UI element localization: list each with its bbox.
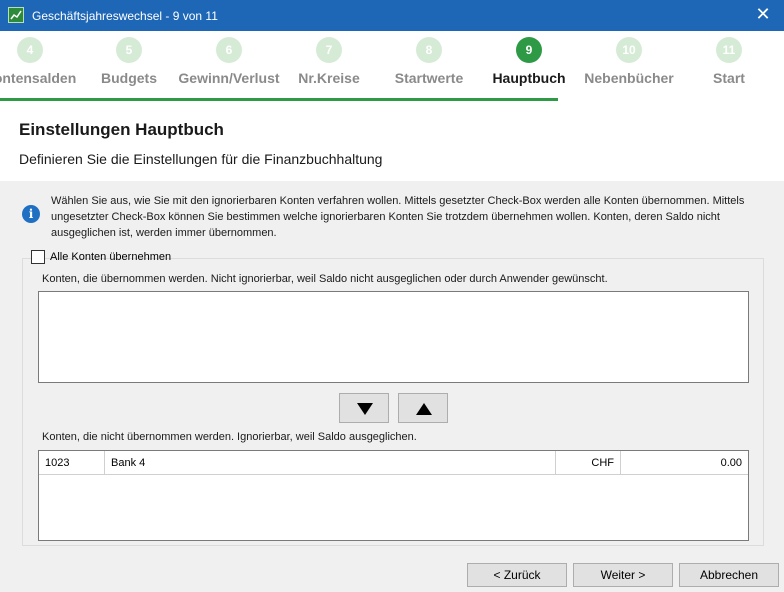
info-text: Wählen Sie aus, wie Sie mit den ignorier… (51, 195, 745, 239)
step-label: Startwerte (394, 70, 464, 86)
move-down-button[interactable] (339, 393, 389, 423)
currency-cell: CHF (556, 451, 621, 475)
arrow-down-icon (357, 403, 373, 415)
step-number: 8 (416, 37, 442, 63)
wizard-step-start: 11 Start (674, 31, 784, 101)
step-label: Hauptbuch (492, 70, 566, 86)
step-number: 5 (116, 37, 142, 63)
account-number-cell: 1023 (39, 451, 105, 475)
step-number: 10 (616, 37, 642, 63)
step-label: Nr.Kreise (298, 70, 360, 86)
close-icon[interactable]: ✕ (752, 4, 774, 26)
step-label: Budgets (101, 70, 157, 86)
window-titlebar: Geschäftsjahreswechsel - 9 von 11 ✕ (0, 0, 784, 31)
wizard-step-startwerte: 8 Startwerte (374, 31, 484, 101)
wizard-step-kontensalden: 4 Kontensalden (0, 31, 85, 101)
wizard-step-nr-kreise: 7 Nr.Kreise (274, 31, 384, 101)
cancel-button[interactable]: Abbrechen (679, 563, 779, 587)
wizard-step-gewinn-verlust: 6 Gewinn/Verlust (174, 31, 284, 101)
all-accounts-checkbox-label[interactable]: Alle Konten übernehmen (50, 251, 171, 263)
step-label: Nebenbücher (584, 70, 674, 86)
balance-cell: 0.00 (720, 457, 742, 469)
table-row[interactable]: 1023 Bank 4 CHF 0.00 (39, 451, 748, 475)
window-title: Geschäftsjahreswechsel - 9 von 11 (32, 9, 218, 23)
next-button[interactable]: Weiter > (573, 563, 673, 587)
app-chart-icon (8, 7, 24, 23)
not-transferred-accounts-grid[interactable]: 1023 Bank 4 CHF 0.00 (38, 450, 749, 541)
transferred-accounts-label: Konten, die übernommen werden. Nicht ign… (42, 273, 608, 285)
arrow-up-icon (416, 403, 432, 415)
all-accounts-checkbox[interactable] (31, 250, 45, 264)
step-label: Gewinn/Verlust (178, 70, 280, 86)
step-number: 9 (516, 37, 542, 63)
step-number: 6 (216, 37, 242, 63)
not-transferred-accounts-label: Konten, die nicht übernommen werden. Ign… (42, 431, 417, 443)
account-name-cell: Bank 4 (105, 451, 556, 475)
wizard-step-nebenbuecher: 10 Nebenbücher (574, 31, 684, 101)
page-header: Einstellungen Hauptbuch Definieren Sie d… (0, 101, 784, 181)
back-button[interactable]: < Zurück (467, 563, 567, 587)
wizard-step-hauptbuch: 9 Hauptbuch (474, 31, 584, 101)
step-number: 4 (17, 37, 43, 63)
step-label: Start (713, 70, 745, 86)
step-label: Kontensalden (0, 70, 77, 86)
info-icon: i (22, 205, 40, 223)
step-number: 11 (716, 37, 742, 63)
step-number: 7 (316, 37, 342, 63)
wizard-step-budgets: 5 Budgets (74, 31, 184, 101)
all-accounts-checkbox-row[interactable]: Alle Konten übernehmen (31, 250, 171, 266)
page-subtitle: Definieren Sie die Einstellungen für die… (19, 151, 383, 167)
wizard-steps: 4 Kontensalden 5 Budgets 6 Gewinn/Verlus… (0, 31, 784, 101)
transferred-accounts-list[interactable] (38, 291, 749, 383)
page-title: Einstellungen Hauptbuch (19, 120, 224, 139)
move-up-button[interactable] (398, 393, 448, 423)
